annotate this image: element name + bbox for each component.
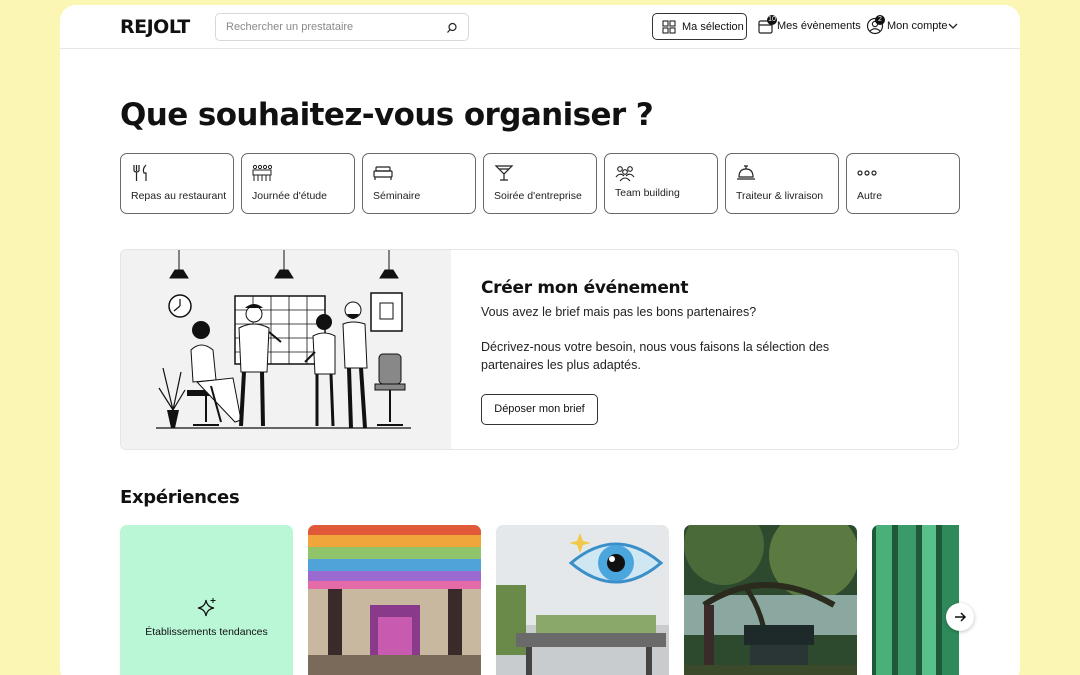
category-label: Journée d'étude xyxy=(252,190,327,202)
jungle-image xyxy=(684,525,857,675)
my-account-label: Mon compte xyxy=(887,20,948,32)
account-badge: 2 xyxy=(875,15,885,25)
service-bell-icon xyxy=(737,165,755,180)
category-label: Team building xyxy=(615,187,680,199)
category-label: Autre xyxy=(857,190,883,202)
experiences-title: Expériences xyxy=(120,487,240,508)
my-events-label: Mes évènements xyxy=(777,20,861,32)
experience-tile-jungle[interactable] xyxy=(684,525,857,675)
more-dots-icon xyxy=(857,170,877,176)
office-illustration xyxy=(121,250,451,449)
app-window: REJOLT Rechercher un prestataire Ma séle… xyxy=(60,5,1020,675)
create-event-subtitle: Vous avez le brief mais pas les bons par… xyxy=(481,305,757,319)
cocktail-icon xyxy=(494,165,514,181)
group-seminar-icon xyxy=(252,164,272,181)
my-selection-label: Ma sélection xyxy=(682,21,744,33)
trending-venues-label: Établissements tendances xyxy=(145,626,268,638)
events-badge: 10 xyxy=(767,15,777,25)
category-label: Séminaire xyxy=(373,190,421,202)
fork-knife-icon xyxy=(133,164,147,181)
my-selection-button[interactable]: Ma sélection xyxy=(652,13,747,40)
arrow-right-icon xyxy=(955,612,967,622)
colorful-venue-image xyxy=(308,525,481,675)
category-label: Traiteur & livraison xyxy=(736,190,824,202)
category-card-team-building[interactable]: Team building xyxy=(604,153,718,214)
category-card-seminar[interactable]: Séminaire xyxy=(362,153,476,214)
experience-tile-green-pillars[interactable] xyxy=(872,525,959,675)
create-event-title: Créer mon événement xyxy=(481,278,689,298)
category-card-other[interactable]: Autre xyxy=(846,153,960,214)
eye-exhibit-image xyxy=(496,525,669,675)
category-card-corporate-party[interactable]: Soirée d'entreprise xyxy=(483,153,597,214)
top-navbar: REJOLT Rechercher un prestataire Ma séle… xyxy=(60,5,1020,49)
category-label: Repas au restaurant xyxy=(131,190,227,202)
category-list: Repas au restaurant Journée d'étude Sémi… xyxy=(120,153,960,214)
create-event-description: Décrivez-nous votre besoin, nous vous fa… xyxy=(481,340,830,372)
sparkle-icon xyxy=(197,598,216,617)
logo[interactable]: REJOLT xyxy=(120,16,190,38)
chevron-down-icon xyxy=(948,23,958,29)
category-label: Soirée d'entreprise xyxy=(494,190,582,202)
category-card-study-day[interactable]: Journée d'étude xyxy=(241,153,355,214)
category-card-catering[interactable]: Traiteur & livraison xyxy=(725,153,839,214)
green-pillars-image xyxy=(872,525,959,675)
search-icon[interactable] xyxy=(446,22,458,34)
page-title: Que souhaitez-vous organiser ? xyxy=(120,97,654,133)
team-icon xyxy=(615,166,635,182)
search-input[interactable]: Rechercher un prestataire xyxy=(215,13,469,41)
create-event-card: Créer mon événement Vous avez le brief m… xyxy=(120,249,959,450)
trending-venues-tile[interactable]: Établissements tendances xyxy=(120,525,293,675)
experiences-carousel: Établissements tendances xyxy=(120,525,959,675)
carousel-next-button[interactable] xyxy=(946,603,974,631)
experience-tile-colorful-venue[interactable] xyxy=(308,525,481,675)
bed-icon xyxy=(373,166,393,180)
search-placeholder: Rechercher un prestataire xyxy=(226,21,354,33)
category-card-restaurant[interactable]: Repas au restaurant xyxy=(120,153,234,214)
submit-brief-button[interactable]: Déposer mon brief xyxy=(481,394,598,425)
experience-tile-eye-exhibit[interactable] xyxy=(496,525,669,675)
grid-icon xyxy=(662,20,676,34)
